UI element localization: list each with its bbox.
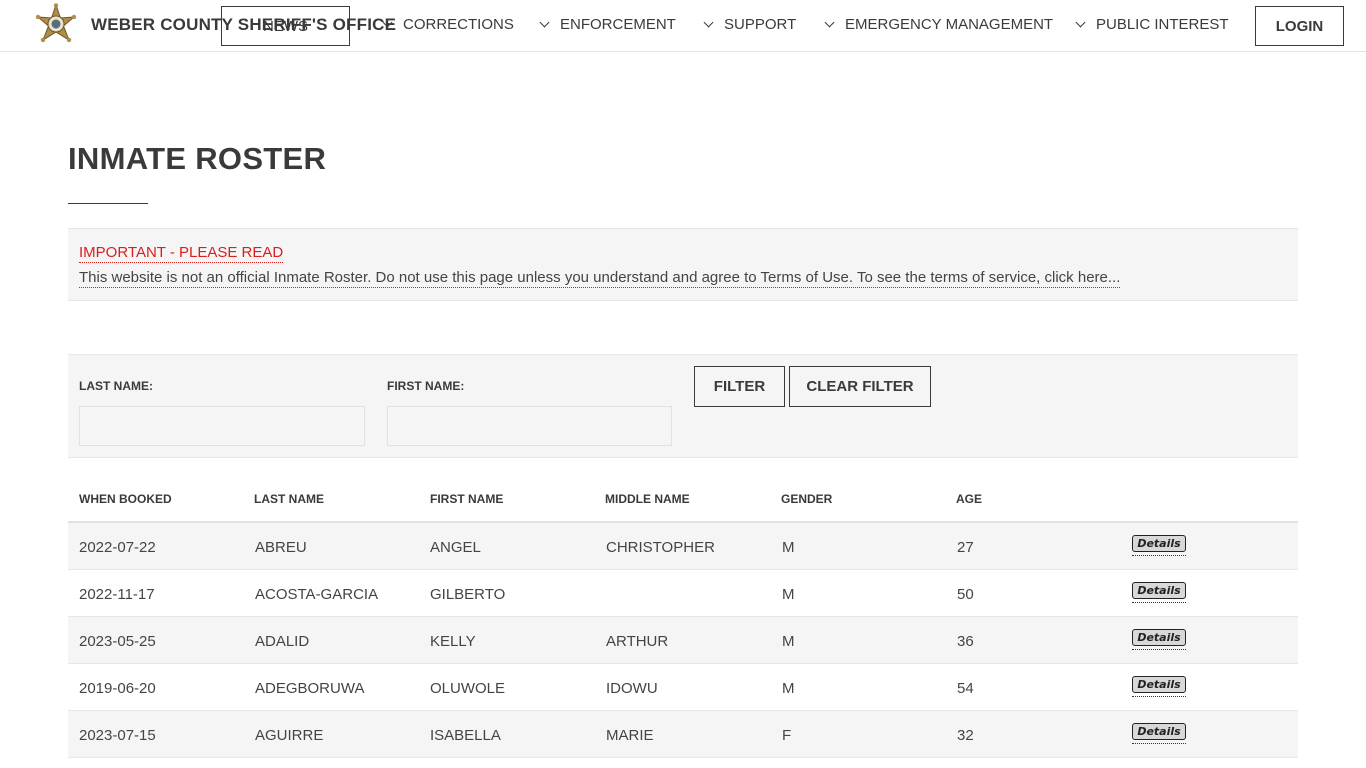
cell-first-name: ISABELLA: [430, 727, 501, 744]
cell-age: 27: [957, 539, 974, 556]
cell-last-name: ABREU: [255, 539, 307, 556]
cell-last-name: ACOSTA-GARCIA: [255, 586, 379, 603]
news-button[interactable]: NEWS: [221, 6, 350, 46]
nav-support-label: SUPPORT: [724, 16, 797, 33]
details-link: Details: [1132, 723, 1186, 744]
site-header: WEBER COUNTY SHERIFF'S OFFICE NEWS CORRE…: [0, 0, 1366, 52]
details-link: Details: [1132, 582, 1186, 603]
cell-gender: M: [782, 539, 795, 556]
details-button[interactable]: Details: [1132, 629, 1186, 646]
details-link: Details: [1132, 676, 1186, 697]
cell-when-booked: 2022-11-17: [79, 586, 155, 603]
details-button[interactable]: Details: [1132, 535, 1186, 552]
filter-button[interactable]: FILTER: [694, 366, 785, 407]
table-header: WHEN BOOKED LAST NAME FIRST NAME MIDDLE …: [68, 478, 1298, 523]
nav-enforcement-label: ENFORCEMENT: [560, 16, 676, 33]
notice-heading-link[interactable]: IMPORTANT - PLEASE READ: [79, 244, 284, 263]
cell-gender: M: [782, 633, 795, 650]
login-button[interactable]: LOGIN: [1255, 6, 1344, 46]
first-name-label: FIRST NAME:: [387, 379, 465, 393]
cell-gender: M: [782, 586, 795, 603]
terms-of-use-link[interactable]: This website is not an official Inmate R…: [79, 269, 1121, 288]
cell-middle-name: IDOWU: [606, 680, 658, 697]
cell-age: 32: [957, 727, 974, 744]
cell-gender: F: [782, 727, 792, 744]
cell-last-name: ADEGBORUWA: [255, 680, 365, 697]
header-gender[interactable]: GENDER: [781, 492, 832, 506]
nav-corrections[interactable]: CORRECTIONS: [382, 16, 514, 33]
table-row: 2019-06-20 ADEGBORUWA OLUWOLE IDOWU M 54…: [68, 664, 1298, 711]
cell-first-name: OLUWOLE: [430, 680, 506, 697]
details-button[interactable]: Details: [1132, 676, 1186, 693]
last-name-input[interactable]: [79, 406, 365, 446]
header-when-booked[interactable]: WHEN BOOKED: [79, 492, 172, 506]
chevron-down-icon: [703, 17, 714, 28]
header-middle-name[interactable]: MIDDLE NAME: [605, 492, 690, 506]
details-link: Details: [1132, 629, 1186, 650]
header-last-name[interactable]: LAST NAME: [254, 492, 324, 506]
clear-filter-button[interactable]: CLEAR FILTER: [789, 366, 931, 407]
cell-middle-name: MARIE: [606, 727, 654, 744]
nav-emergency-management[interactable]: EMERGENCY MANAGEMENT: [824, 16, 1054, 33]
cell-when-booked: 2023-07-15: [79, 727, 156, 744]
cell-first-name: KELLY: [430, 633, 476, 650]
nav-public-interest-label: PUBLIC INTEREST: [1096, 16, 1229, 33]
cell-last-name: ADALID: [255, 633, 310, 650]
cell-gender: M: [782, 680, 795, 697]
inmate-roster-table: WHEN BOOKED LAST NAME FIRST NAME MIDDLE …: [68, 478, 1298, 758]
page-title: INMATE ROSTER: [68, 141, 327, 176]
header-first-name[interactable]: FIRST NAME: [430, 492, 503, 506]
table-row: 2022-07-22 ABREU ANGEL CHRISTOPHER M 27 …: [68, 523, 1298, 570]
details-link: Details: [1132, 535, 1186, 556]
cell-last-name: AGUIRRE: [255, 727, 324, 744]
cell-middle-name: CHRISTOPHER: [606, 539, 715, 556]
title-divider: [68, 203, 148, 204]
nav-corrections-label: CORRECTIONS: [403, 16, 514, 33]
first-name-input[interactable]: [387, 406, 672, 446]
notice-box: IMPORTANT - PLEASE READ This website is …: [68, 228, 1298, 301]
chevron-down-icon: [1075, 17, 1086, 28]
cell-first-name: ANGEL: [430, 539, 481, 556]
sheriff-star-badge-icon[interactable]: [33, 3, 79, 49]
chevron-down-icon: [539, 17, 550, 28]
cell-age: 54: [957, 680, 974, 697]
cell-age: 36: [957, 633, 974, 650]
nav-enforcement[interactable]: ENFORCEMENT: [539, 16, 676, 33]
nav-emergency-management-label: EMERGENCY MANAGEMENT: [845, 16, 1054, 33]
chevron-down-icon: [824, 17, 835, 28]
details-button[interactable]: Details: [1132, 723, 1186, 740]
cell-first-name: GILBERTO: [430, 586, 506, 603]
cell-when-booked: 2019-06-20: [79, 680, 156, 697]
table-row: 2023-05-25 ADALID KELLY ARTHUR M 36 Deta…: [68, 617, 1298, 664]
filter-panel: LAST NAME: FIRST NAME: FILTER CLEAR FILT…: [68, 354, 1298, 458]
table-row: 2022-11-17 ACOSTA-GARCIA GILBERTO M 50 D…: [68, 570, 1298, 617]
cell-when-booked: 2022-07-22: [79, 539, 156, 556]
cell-when-booked: 2023-05-25: [79, 633, 156, 650]
cell-age: 50: [957, 586, 974, 603]
nav-public-interest[interactable]: PUBLIC INTEREST: [1075, 16, 1229, 33]
chevron-down-icon: [382, 17, 393, 28]
header-age[interactable]: AGE: [956, 492, 982, 506]
last-name-label: LAST NAME:: [79, 379, 153, 393]
table-row: 2023-07-15 AGUIRRE ISABELLA MARIE F 32 D…: [68, 711, 1298, 758]
cell-middle-name: ARTHUR: [606, 633, 669, 650]
nav-support[interactable]: SUPPORT: [703, 16, 797, 33]
details-button[interactable]: Details: [1132, 582, 1186, 599]
